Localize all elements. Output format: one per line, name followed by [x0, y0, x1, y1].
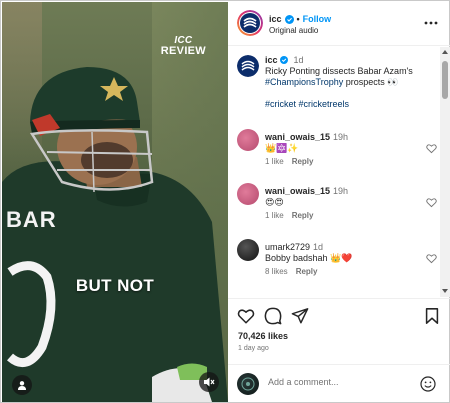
mute-button[interactable]	[199, 372, 219, 392]
comment-reply-button[interactable]: Reply	[292, 157, 314, 166]
verified-badge-icon	[280, 56, 289, 64]
comment-likes[interactable]: 1 like	[265, 157, 284, 166]
comment-likes[interactable]: 1 like	[265, 211, 284, 220]
comment-reply-button[interactable]: Reply	[292, 211, 314, 220]
commenter-avatar[interactable]	[237, 129, 259, 151]
user-icon	[18, 381, 26, 390]
video-subtitle: BUT NOT	[75, 276, 155, 295]
icc-logo-icon	[237, 10, 263, 36]
post-actions: 70,426 likes 1 day ago	[228, 298, 450, 364]
follow-button[interactable]: Follow	[303, 14, 332, 24]
tagged-user-button[interactable]	[12, 375, 32, 395]
comment-username[interactable]: wani_owais_15	[265, 132, 330, 142]
post-side-panel: icc • Follow Original audio icc 1d Ricky…	[228, 2, 450, 402]
scroll-up-arrow-icon[interactable]	[442, 50, 448, 54]
post-timestamp: 1 day ago	[238, 345, 269, 352]
comment-time: 19h	[333, 186, 349, 196]
original-audio-link[interactable]: Original audio	[269, 26, 318, 35]
comment-time: 19h	[333, 132, 349, 142]
verified-badge-icon	[284, 14, 294, 24]
like-heart-icon[interactable]	[237, 307, 255, 325]
share-send-icon[interactable]	[291, 307, 309, 325]
comment-username[interactable]: wani_owais_15	[265, 186, 330, 196]
icc-logo-icon	[237, 55, 259, 77]
comment-bubble-icon[interactable]	[264, 307, 282, 325]
more-options-icon[interactable]	[424, 18, 438, 28]
comment-likes[interactable]: 8 likes	[265, 267, 288, 276]
comment-text: 👑🔯✨	[265, 143, 299, 153]
heart-outline-icon[interactable]	[426, 253, 437, 264]
caption-avatar[interactable]	[237, 55, 259, 77]
caption-hashtag-link[interactable]: #ChampionsTrophy	[265, 77, 343, 87]
comments-scroll-area[interactable]: icc 1d Ricky Ponting dissects Babar Azam…	[228, 47, 450, 297]
caption-hashtags[interactable]: #cricket #cricketreels	[265, 99, 349, 109]
caption-suffix: prospects 👀	[343, 77, 399, 87]
commenter-avatar[interactable]	[237, 183, 259, 205]
comment-item: wani_owais_15 19h 👑🔯✨ 1 like Reply	[237, 129, 437, 169]
speaker-muted-icon	[204, 377, 215, 387]
header-username[interactable]: icc	[269, 14, 282, 24]
scrollbar-thumb[interactable]	[442, 61, 448, 99]
heart-outline-icon[interactable]	[426, 197, 437, 208]
reel-video[interactable]: BAR ICC REVIEW BUT NOT	[2, 2, 228, 402]
current-user-avatar-art	[241, 377, 255, 391]
comment-text: 😍😍	[265, 197, 284, 207]
comments-scrollbar[interactable]	[440, 47, 450, 297]
add-comment-bar	[228, 364, 450, 402]
scroll-down-arrow-icon[interactable]	[442, 289, 448, 293]
post-header: icc • Follow Original audio	[228, 2, 450, 46]
heart-outline-icon[interactable]	[426, 143, 437, 154]
like-count[interactable]: 70,426 likes	[238, 331, 288, 341]
comment-item: umark2729 1d Bobby badshah 👑❤️ 8 likes Re…	[237, 239, 437, 279]
comment-item: wani_owais_15 19h 😍😍 1 like Reply	[237, 183, 437, 223]
caption-prefix: Ricky Ponting dissects Babar Azam's	[265, 66, 413, 76]
header-separator: •	[296, 14, 300, 24]
caption-text: icc 1d Ricky Ponting dissects Babar Azam…	[265, 55, 437, 121]
commenter-avatar[interactable]	[237, 239, 259, 261]
caption-username[interactable]: icc	[265, 55, 278, 65]
save-bookmark-icon[interactable]	[423, 307, 441, 325]
comment-text: Bobby badshah 👑❤️	[265, 253, 353, 263]
header-user-line: icc • Follow	[269, 14, 331, 24]
comment-reply-button[interactable]: Reply	[296, 267, 318, 276]
add-comment-input[interactable]	[268, 377, 408, 387]
author-avatar[interactable]	[237, 10, 263, 36]
jersey-name: BAR	[6, 207, 57, 232]
comment-username[interactable]: umark2729	[265, 242, 310, 252]
caption-time: 1d	[293, 55, 304, 65]
icc-review-watermark: ICC REVIEW	[160, 35, 206, 57]
emoji-picker-icon[interactable]	[420, 376, 436, 392]
current-user-avatar	[237, 373, 259, 395]
post-modal: BAR ICC REVIEW BUT NOT icc • Follow Orig…	[0, 0, 450, 403]
comment-time: 1d	[313, 242, 324, 252]
